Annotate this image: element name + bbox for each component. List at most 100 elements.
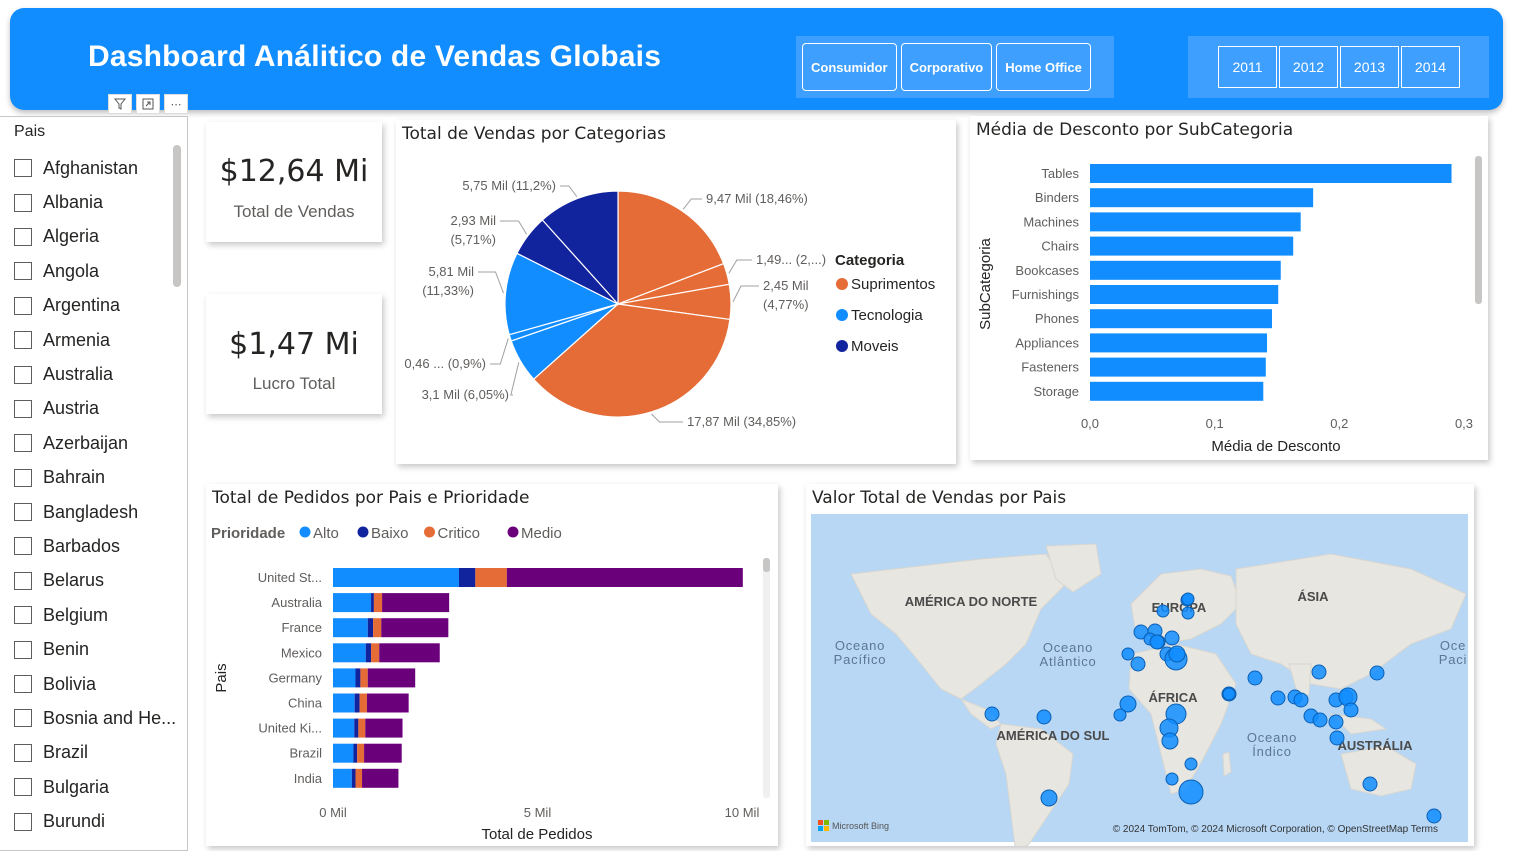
discount-bar[interactable] [1090, 212, 1301, 232]
map-bubble[interactable] [1181, 606, 1195, 620]
map-bubble[interactable] [1222, 687, 1236, 701]
pie-legend-item[interactable]: Tecnologia [851, 307, 923, 324]
map-bubble[interactable] [1270, 690, 1286, 706]
map-bubble[interactable] [1165, 772, 1179, 786]
checkbox[interactable] [14, 227, 32, 246]
orders-bar-segment[interactable] [365, 643, 372, 663]
map-bubble[interactable] [1184, 757, 1198, 771]
discount-bar[interactable] [1090, 188, 1314, 208]
year-button-2011[interactable]: 2011 [1218, 46, 1277, 88]
checkbox[interactable] [14, 193, 32, 212]
map-bubble[interactable] [984, 706, 1000, 722]
orders-bar-segment[interactable] [367, 618, 374, 638]
slicer-item[interactable]: Benin [14, 632, 182, 666]
map-bubble[interactable] [1293, 692, 1309, 708]
discount-bar[interactable] [1090, 357, 1266, 377]
map-bubble[interactable] [1121, 647, 1135, 661]
checkbox[interactable] [14, 468, 32, 487]
slicer-item[interactable]: Bahrain [14, 461, 182, 495]
checkbox[interactable] [14, 365, 32, 384]
checkbox[interactable] [14, 606, 32, 625]
map-bubble[interactable] [1369, 665, 1385, 681]
map-bubble[interactable] [1130, 656, 1146, 672]
orders-bar-segment[interactable] [379, 643, 440, 663]
checkbox[interactable] [14, 159, 32, 178]
slicer-item[interactable]: Afghanistan [14, 151, 182, 185]
discount-bar[interactable] [1090, 285, 1279, 304]
slicer-item[interactable]: Australia [14, 357, 182, 391]
checkbox[interactable] [14, 675, 32, 694]
checkbox[interactable] [14, 640, 32, 659]
map-bubble[interactable] [1181, 592, 1195, 606]
checkbox[interactable] [14, 812, 32, 831]
orders-bar-segment[interactable] [359, 693, 367, 713]
checkbox[interactable] [14, 296, 32, 315]
orders-legend-item[interactable]: Medio [521, 525, 562, 542]
map-bubble[interactable] [1426, 808, 1442, 824]
slicer-item[interactable]: Austria [14, 392, 182, 426]
checkbox[interactable] [14, 331, 32, 350]
slicer-scrollbar[interactable] [173, 145, 181, 287]
slicer-item[interactable]: Bolivia [14, 667, 182, 701]
orders-bar-segment[interactable] [381, 618, 449, 638]
orders-bar-segment[interactable] [373, 593, 383, 613]
discount-bar[interactable] [1090, 381, 1264, 401]
checkbox[interactable] [14, 709, 32, 728]
slicer-item[interactable]: Bangladesh [14, 495, 182, 529]
slicer-item[interactable]: Azerbaijan [14, 426, 182, 460]
map-bubble[interactable] [1168, 645, 1186, 663]
orders-bar-segment[interactable] [354, 693, 360, 713]
orders-bar-segment[interactable] [358, 718, 366, 738]
checkbox[interactable] [14, 778, 32, 797]
orders-bar-segment[interactable] [360, 668, 368, 688]
orders-bar-segment[interactable] [362, 768, 399, 788]
orders-bar-segment[interactable] [351, 768, 356, 788]
orders-bar-segment[interactable] [333, 568, 459, 587]
chart-scrollbar[interactable] [1475, 156, 1482, 304]
map-bubble[interactable] [1329, 730, 1345, 746]
map-bubble[interactable] [1149, 634, 1165, 650]
map-bubble[interactable] [1247, 670, 1263, 686]
checkbox[interactable] [14, 399, 32, 418]
orders-bar-segment[interactable] [365, 718, 403, 738]
slicer-item[interactable]: Belarus [14, 564, 182, 598]
discount-bar[interactable] [1090, 260, 1281, 280]
orders-bar-segment[interactable] [333, 718, 355, 738]
orders-bar-segment[interactable] [333, 618, 368, 638]
checkbox[interactable] [14, 537, 32, 556]
orders-bar-segment[interactable] [353, 743, 358, 763]
year-button-2013[interactable]: 2013 [1340, 46, 1399, 88]
chart-scrollbar[interactable] [763, 558, 770, 572]
discount-bar[interactable] [1090, 333, 1268, 353]
orders-legend-item[interactable]: Alto [313, 525, 339, 542]
map-bubble[interactable] [1343, 702, 1359, 718]
map-bubble[interactable] [1036, 709, 1052, 725]
orders-bar-segment[interactable] [364, 743, 402, 763]
orders-bar-segment[interactable] [333, 668, 356, 688]
orders-bar-segment[interactable] [367, 668, 416, 688]
orders-bar-segment[interactable] [371, 593, 374, 613]
orders-bar-segment[interactable] [355, 768, 363, 788]
orders-bar-segment[interactable] [333, 643, 366, 663]
map-bubble[interactable] [1161, 732, 1179, 750]
map-bubble[interactable] [1362, 776, 1378, 792]
slicer-item[interactable]: Angola [14, 254, 182, 288]
slicer-item[interactable]: Albania [14, 185, 182, 219]
orders-legend-item[interactable]: Critico [438, 525, 481, 542]
orders-bar-segment[interactable] [373, 618, 382, 638]
orders-legend-item[interactable]: Baixo [371, 525, 409, 542]
map-bubble[interactable] [1113, 708, 1127, 722]
orders-bar-segment[interactable] [333, 593, 372, 613]
checkbox[interactable] [14, 434, 32, 453]
sales-by-country-map[interactable]: AMÉRICA DO NORTE EUROPAÁSIAÁFRICAAMÉRICA … [806, 484, 1474, 846]
orders-bar-segment[interactable] [357, 743, 365, 763]
slicer-item[interactable]: Bulgaria [14, 770, 182, 804]
segment-button-consumidor[interactable]: Consumidor [802, 43, 897, 91]
slicer-item[interactable]: Barbados [14, 529, 182, 563]
checkbox[interactable] [14, 571, 32, 590]
more-options-icon[interactable]: ⋯ [164, 94, 188, 114]
segment-button-corporativo[interactable]: Corporativo [900, 43, 993, 91]
map-bubble[interactable] [1312, 712, 1328, 728]
orders-bar-segment[interactable] [333, 768, 352, 788]
year-button-2012[interactable]: 2012 [1279, 46, 1338, 88]
